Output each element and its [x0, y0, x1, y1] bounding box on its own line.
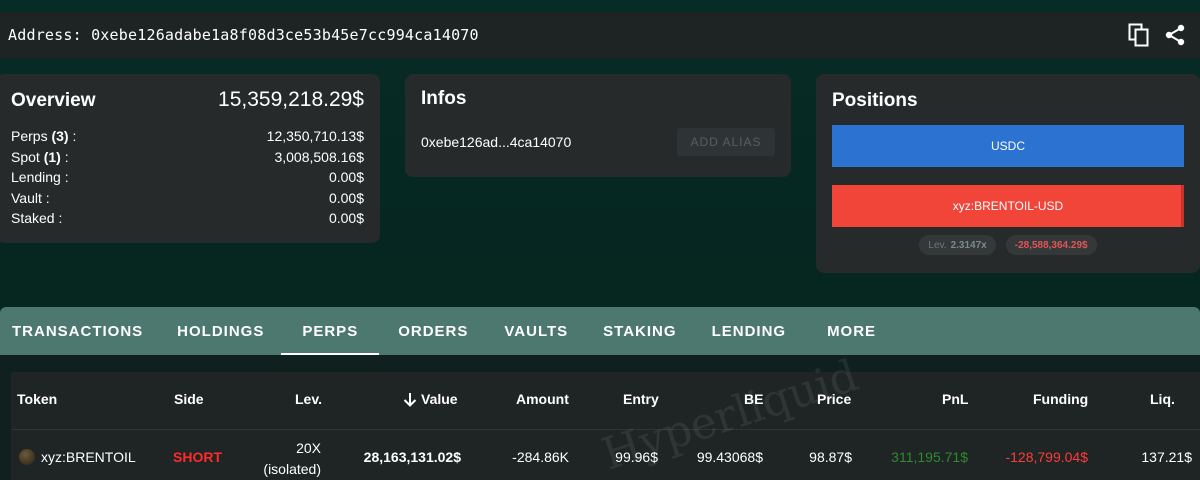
- overview-rows: Perps (3) : 12,350,710.13$ Spot (1) : 3,008…: [11, 126, 364, 229]
- overview-row-value: 0.00$: [328, 210, 364, 226]
- col-entry[interactable]: Entry: [623, 391, 659, 407]
- overview-row-label: Spot (1) :: [11, 147, 69, 168]
- col-value-label: Value: [421, 391, 458, 407]
- cell-price: 98.87$: [809, 449, 852, 465]
- address-actions: [1126, 12, 1188, 58]
- position-bar-brentoil[interactable]: xyz:BRENTOIL-USD: [832, 185, 1184, 227]
- overview-total: 15,359,218.29$: [218, 88, 364, 111]
- col-liq[interactable]: Liq.: [1150, 391, 1175, 407]
- address-bar: Address: 0xebe126adabe1a8f08d3ce53b45e7c…: [0, 12, 1200, 58]
- tab-more[interactable]: MORE: [827, 307, 876, 355]
- copy-icon[interactable]: [1126, 22, 1152, 48]
- overview-row-value: 0.00$: [328, 189, 364, 206]
- col-be[interactable]: BE: [744, 391, 763, 407]
- tab-bar: TRANSACTIONS HOLDINGS PERPS ORDERS VAULT…: [0, 307, 1200, 355]
- overview-row: Perps (3) : 12,350,710.13$: [11, 126, 364, 147]
- cell-lev-mode: (isolated): [263, 461, 321, 477]
- cell-lev-multiplier: 20X: [296, 440, 321, 456]
- leverage-key: Lev.: [928, 239, 947, 251]
- page: Address: 0xebe126adabe1a8f08d3ce53b45e7c…: [0, 0, 1200, 480]
- tab-perps[interactable]: PERPS: [281, 307, 380, 355]
- positions-card: Positions USDC xyz:BRENTOIL-USD Lev. 2.3…: [816, 74, 1200, 273]
- tab-lending[interactable]: LENDING: [712, 307, 787, 355]
- cell-value: 28,163,131.02$: [363, 449, 461, 465]
- tab-holdings[interactable]: HOLDINGS: [177, 307, 264, 355]
- col-price[interactable]: Price: [817, 391, 851, 407]
- address-label: Address: 0xebe126adabe1a8f08d3ce53b45e7c…: [8, 26, 479, 44]
- short-address[interactable]: 0xebe126ad...4ca14070: [421, 134, 571, 150]
- table-area: Token Side Lev. Value Amount Entry BE Pr…: [0, 350, 1200, 480]
- col-amount[interactable]: Amount: [516, 391, 569, 407]
- overview-row-label: Perps (3) :: [11, 126, 76, 147]
- col-pnl[interactable]: PnL: [942, 391, 968, 407]
- overview-row-value: 0.00$: [328, 169, 364, 185]
- overview-card: Overview 15,359,218.29$ Perps (3) : 12,35…: [0, 74, 380, 243]
- pnl-pill: -28,588,364.29$: [1005, 235, 1097, 255]
- overview-row-label-text: Spot: [11, 148, 44, 165]
- overview-row-label: Vault :: [11, 188, 50, 209]
- tab-staking[interactable]: STAKING: [603, 307, 676, 355]
- overview-row-label-text: Lending :: [11, 169, 69, 185]
- header-divider: [11, 429, 1200, 430]
- col-side[interactable]: Side: [174, 391, 204, 407]
- cell-lev: 20X (isolated): [257, 438, 321, 480]
- overview-row-label-text: Staked :: [11, 210, 63, 226]
- overview-row: Lending : 0.00$: [11, 167, 364, 188]
- col-funding[interactable]: Funding: [1033, 391, 1088, 407]
- leverage-pill: Lev. 2.3147x: [919, 235, 996, 255]
- overview-row-label-text: Vault :: [11, 189, 50, 206]
- col-value[interactable]: Value: [403, 391, 458, 407]
- perps-table: Token Side Lev. Value Amount Entry BE Pr…: [11, 350, 1200, 480]
- overview-row-label-text: Perps: [11, 128, 52, 144]
- positions-title: Positions: [832, 90, 918, 111]
- infos-card: Infos 0xebe126ad...4ca14070 ADD ALIAS: [405, 74, 791, 177]
- tab-orders[interactable]: ORDERS: [398, 307, 468, 355]
- overview-row-count: (1): [43, 148, 61, 165]
- overview-row-label: Lending :: [11, 167, 69, 188]
- cell-funding: -128,799.04$: [1005, 449, 1088, 465]
- col-token[interactable]: Token: [17, 391, 57, 407]
- arrow-down-icon: [403, 392, 417, 407]
- overview-row: Staked : 0.00$: [11, 208, 364, 229]
- cell-token[interactable]: xyz:BRENTOIL: [41, 449, 136, 465]
- tab-transactions[interactable]: TRANSACTIONS: [12, 307, 143, 355]
- infos-title: Infos: [421, 88, 467, 109]
- cell-liq: 137.21$: [1141, 449, 1192, 465]
- add-alias-button[interactable]: ADD ALIAS: [677, 128, 775, 156]
- overview-row-label-suffix: :: [60, 148, 69, 165]
- cell-be: 99.43068$: [696, 449, 763, 465]
- col-lev[interactable]: Lev.: [295, 391, 322, 407]
- overview-row-label: Staked :: [11, 208, 62, 229]
- leverage-value: 2.3147x: [950, 239, 987, 251]
- overview-title: Overview: [11, 90, 96, 111]
- cell-entry: 99.96$: [615, 449, 658, 465]
- overview-row-count: (3): [51, 128, 69, 144]
- overview-row: Vault : 0.00$: [11, 188, 364, 209]
- token-icon: [19, 449, 35, 465]
- pnl-value: -28,588,364.29$: [1014, 239, 1088, 251]
- overview-row-label-suffix: :: [68, 128, 77, 144]
- position-bar-usdc[interactable]: USDC: [832, 125, 1184, 167]
- cell-side: SHORT: [173, 449, 222, 465]
- overview-row-value: 3,008,508.16$: [274, 148, 364, 165]
- cell-amount: -284.86K: [512, 449, 569, 465]
- tab-vaults[interactable]: VAULTS: [504, 307, 568, 355]
- cell-pnl: 311,195.71$: [891, 449, 968, 465]
- overview-row: Spot (1) : 3,008,508.16$: [11, 147, 364, 168]
- overview-row-value: 12,350,710.13$: [266, 128, 364, 144]
- share-icon[interactable]: [1162, 22, 1188, 48]
